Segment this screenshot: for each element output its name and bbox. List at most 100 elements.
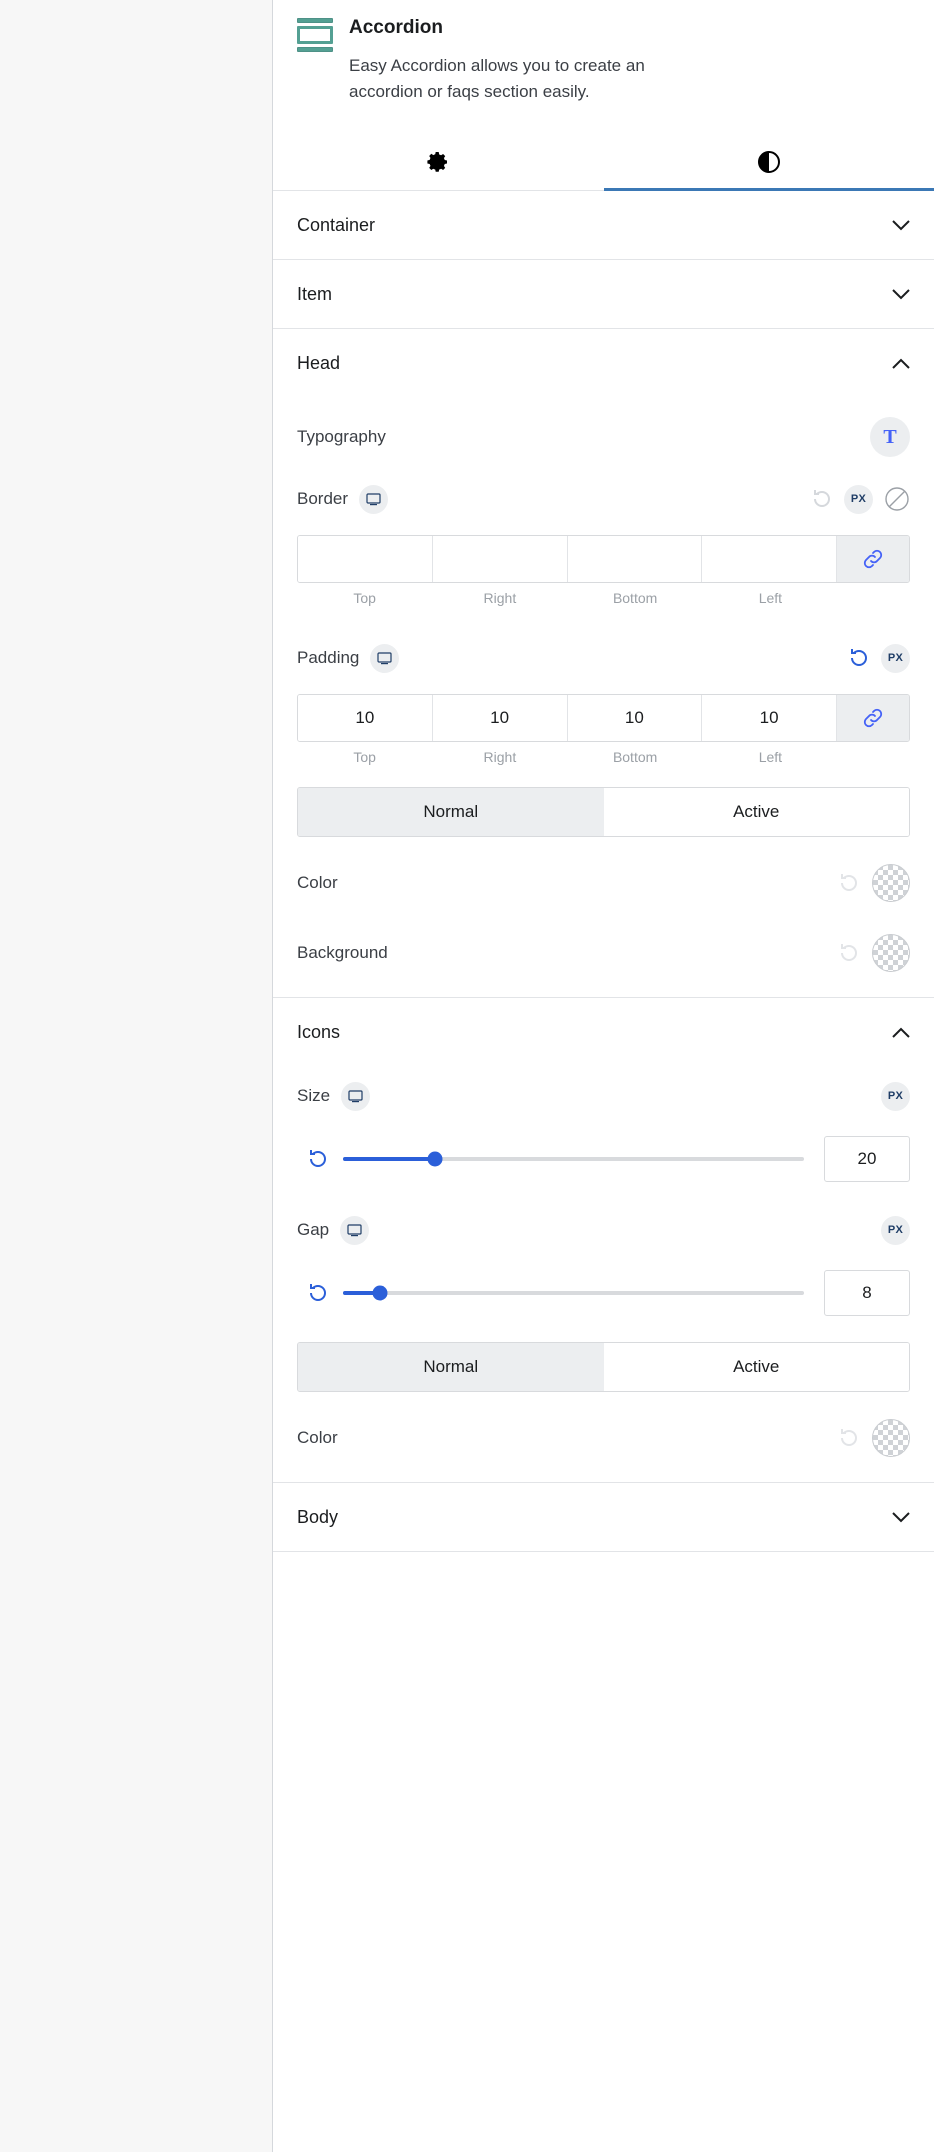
border-input-bottom[interactable]	[568, 536, 703, 582]
icon-size-slider[interactable]	[343, 1149, 804, 1169]
border-label-right: Right	[432, 590, 567, 606]
border-label: Border	[297, 489, 348, 509]
section-icons-body: Size PX	[273, 1074, 934, 1482]
head-color-label: Color	[297, 873, 338, 893]
chevron-up-icon	[892, 358, 910, 369]
icon-size-slider-row: 20	[297, 1136, 910, 1182]
padding-input-left[interactable]: 10	[702, 695, 837, 741]
app-root: Accordion Easy Accordion allows you to c…	[0, 0, 934, 2152]
panel-tabs	[273, 134, 934, 191]
icon-size-input[interactable]: 20	[824, 1136, 910, 1182]
icon-size-unit-px[interactable]: PX	[881, 1082, 910, 1111]
head-color-swatch[interactable]	[872, 864, 910, 902]
typography-label: Typography	[297, 427, 386, 447]
section-icons-header[interactable]: Icons	[273, 998, 934, 1066]
section-head: Head Typography T Border	[273, 329, 934, 998]
padding-row: Padding PX	[297, 636, 910, 680]
border-unit-px[interactable]: PX	[844, 485, 873, 514]
icons-state-normal[interactable]: Normal	[298, 1343, 604, 1391]
padding-label: Padding	[297, 648, 359, 668]
reset-icon[interactable]	[848, 647, 870, 669]
desktop-icon[interactable]	[370, 644, 399, 673]
section-body: Body	[273, 1483, 934, 1552]
head-state-normal[interactable]: Normal	[298, 788, 604, 836]
icon-gap-slider[interactable]	[343, 1283, 804, 1303]
icon-size-slider-thumb[interactable]	[428, 1152, 443, 1167]
padding-link-icon[interactable]	[837, 695, 909, 741]
head-state-toggle: Normal Active	[297, 787, 910, 837]
icon-gap-input[interactable]: 8	[824, 1270, 910, 1316]
icons-color-label: Color	[297, 1428, 338, 1448]
padding-unit-px[interactable]: PX	[881, 644, 910, 673]
head-state-active[interactable]: Active	[604, 788, 910, 836]
section-body-header[interactable]: Body	[273, 1483, 934, 1551]
typography-edit-icon[interactable]: T	[870, 417, 910, 457]
section-item-title: Item	[297, 284, 332, 305]
typography-glyph: T	[883, 426, 896, 449]
section-icons-title: Icons	[297, 1022, 340, 1043]
widget-title: Accordion	[349, 16, 910, 41]
padding-input-top[interactable]: 10	[298, 695, 433, 741]
section-item-header[interactable]: Item	[273, 260, 934, 328]
padding-label-top: Top	[297, 749, 432, 765]
icons-state-active[interactable]: Active	[604, 1343, 910, 1391]
border-link-icon[interactable]	[837, 536, 909, 582]
chevron-up-icon	[892, 1027, 910, 1038]
head-background-label: Background	[297, 943, 388, 963]
canvas-gutter	[0, 0, 272, 2152]
padding-label-bottom: Bottom	[568, 749, 703, 765]
widget-description: Easy Accordion allows you to create an a…	[349, 53, 649, 105]
border-dimension-labels: Top Right Bottom Left	[297, 590, 910, 606]
section-body-title: Body	[297, 1507, 338, 1528]
icon-gap-unit-px[interactable]: PX	[881, 1216, 910, 1245]
icons-color-swatch[interactable]	[872, 1419, 910, 1457]
reset-icon[interactable]	[307, 1282, 329, 1304]
circle-slash-icon[interactable]	[884, 486, 910, 512]
reset-icon[interactable]	[307, 1148, 329, 1170]
tab-content[interactable]	[273, 134, 604, 190]
padding-dimension-inputs: 10 10 10 10	[297, 694, 910, 742]
reset-icon[interactable]	[838, 872, 860, 894]
border-input-right[interactable]	[433, 536, 568, 582]
typography-row: Typography T	[297, 415, 910, 459]
icons-state-toggle: Normal Active	[297, 1342, 910, 1392]
padding-label-right: Right	[432, 749, 567, 765]
desktop-icon[interactable]	[340, 1216, 369, 1245]
gear-icon	[426, 150, 450, 174]
border-label-bottom: Bottom	[568, 590, 703, 606]
chevron-down-icon	[892, 1512, 910, 1523]
padding-input-bottom[interactable]: 10	[568, 695, 703, 741]
border-input-left[interactable]	[702, 536, 837, 582]
border-label-top: Top	[297, 590, 432, 606]
icon-size-label: Size	[297, 1086, 330, 1106]
widget-header: Accordion Easy Accordion allows you to c…	[273, 0, 934, 104]
chevron-down-icon	[892, 220, 910, 231]
section-head-body: Typography T Border	[273, 415, 934, 997]
accordion-icon	[297, 18, 333, 52]
reset-icon[interactable]	[838, 1427, 860, 1449]
section-head-title: Head	[297, 353, 340, 374]
section-container-title: Container	[297, 215, 375, 236]
desktop-icon[interactable]	[359, 485, 388, 514]
reset-icon[interactable]	[838, 942, 860, 964]
icon-size-row: Size PX	[297, 1074, 910, 1118]
padding-input-right[interactable]: 10	[433, 695, 568, 741]
icon-gap-slider-row: 8	[297, 1270, 910, 1316]
widget-header-texts: Accordion Easy Accordion allows you to c…	[349, 14, 910, 104]
section-container-header[interactable]: Container	[273, 191, 934, 259]
desktop-icon[interactable]	[341, 1082, 370, 1111]
icons-color-row: Color	[297, 1416, 910, 1460]
tab-style[interactable]	[604, 134, 934, 190]
border-row: Border PX	[297, 477, 910, 521]
section-head-header[interactable]: Head	[273, 329, 934, 397]
reset-icon[interactable]	[811, 488, 833, 510]
section-container: Container	[273, 191, 934, 260]
padding-dimension-labels: Top Right Bottom Left	[297, 749, 910, 765]
head-background-swatch[interactable]	[872, 934, 910, 972]
icon-gap-slider-thumb[interactable]	[372, 1286, 387, 1301]
border-dimension-inputs	[297, 535, 910, 583]
contrast-icon	[757, 150, 781, 174]
chevron-down-icon	[892, 289, 910, 300]
border-input-top[interactable]	[298, 536, 433, 582]
border-label-left: Left	[703, 590, 838, 606]
